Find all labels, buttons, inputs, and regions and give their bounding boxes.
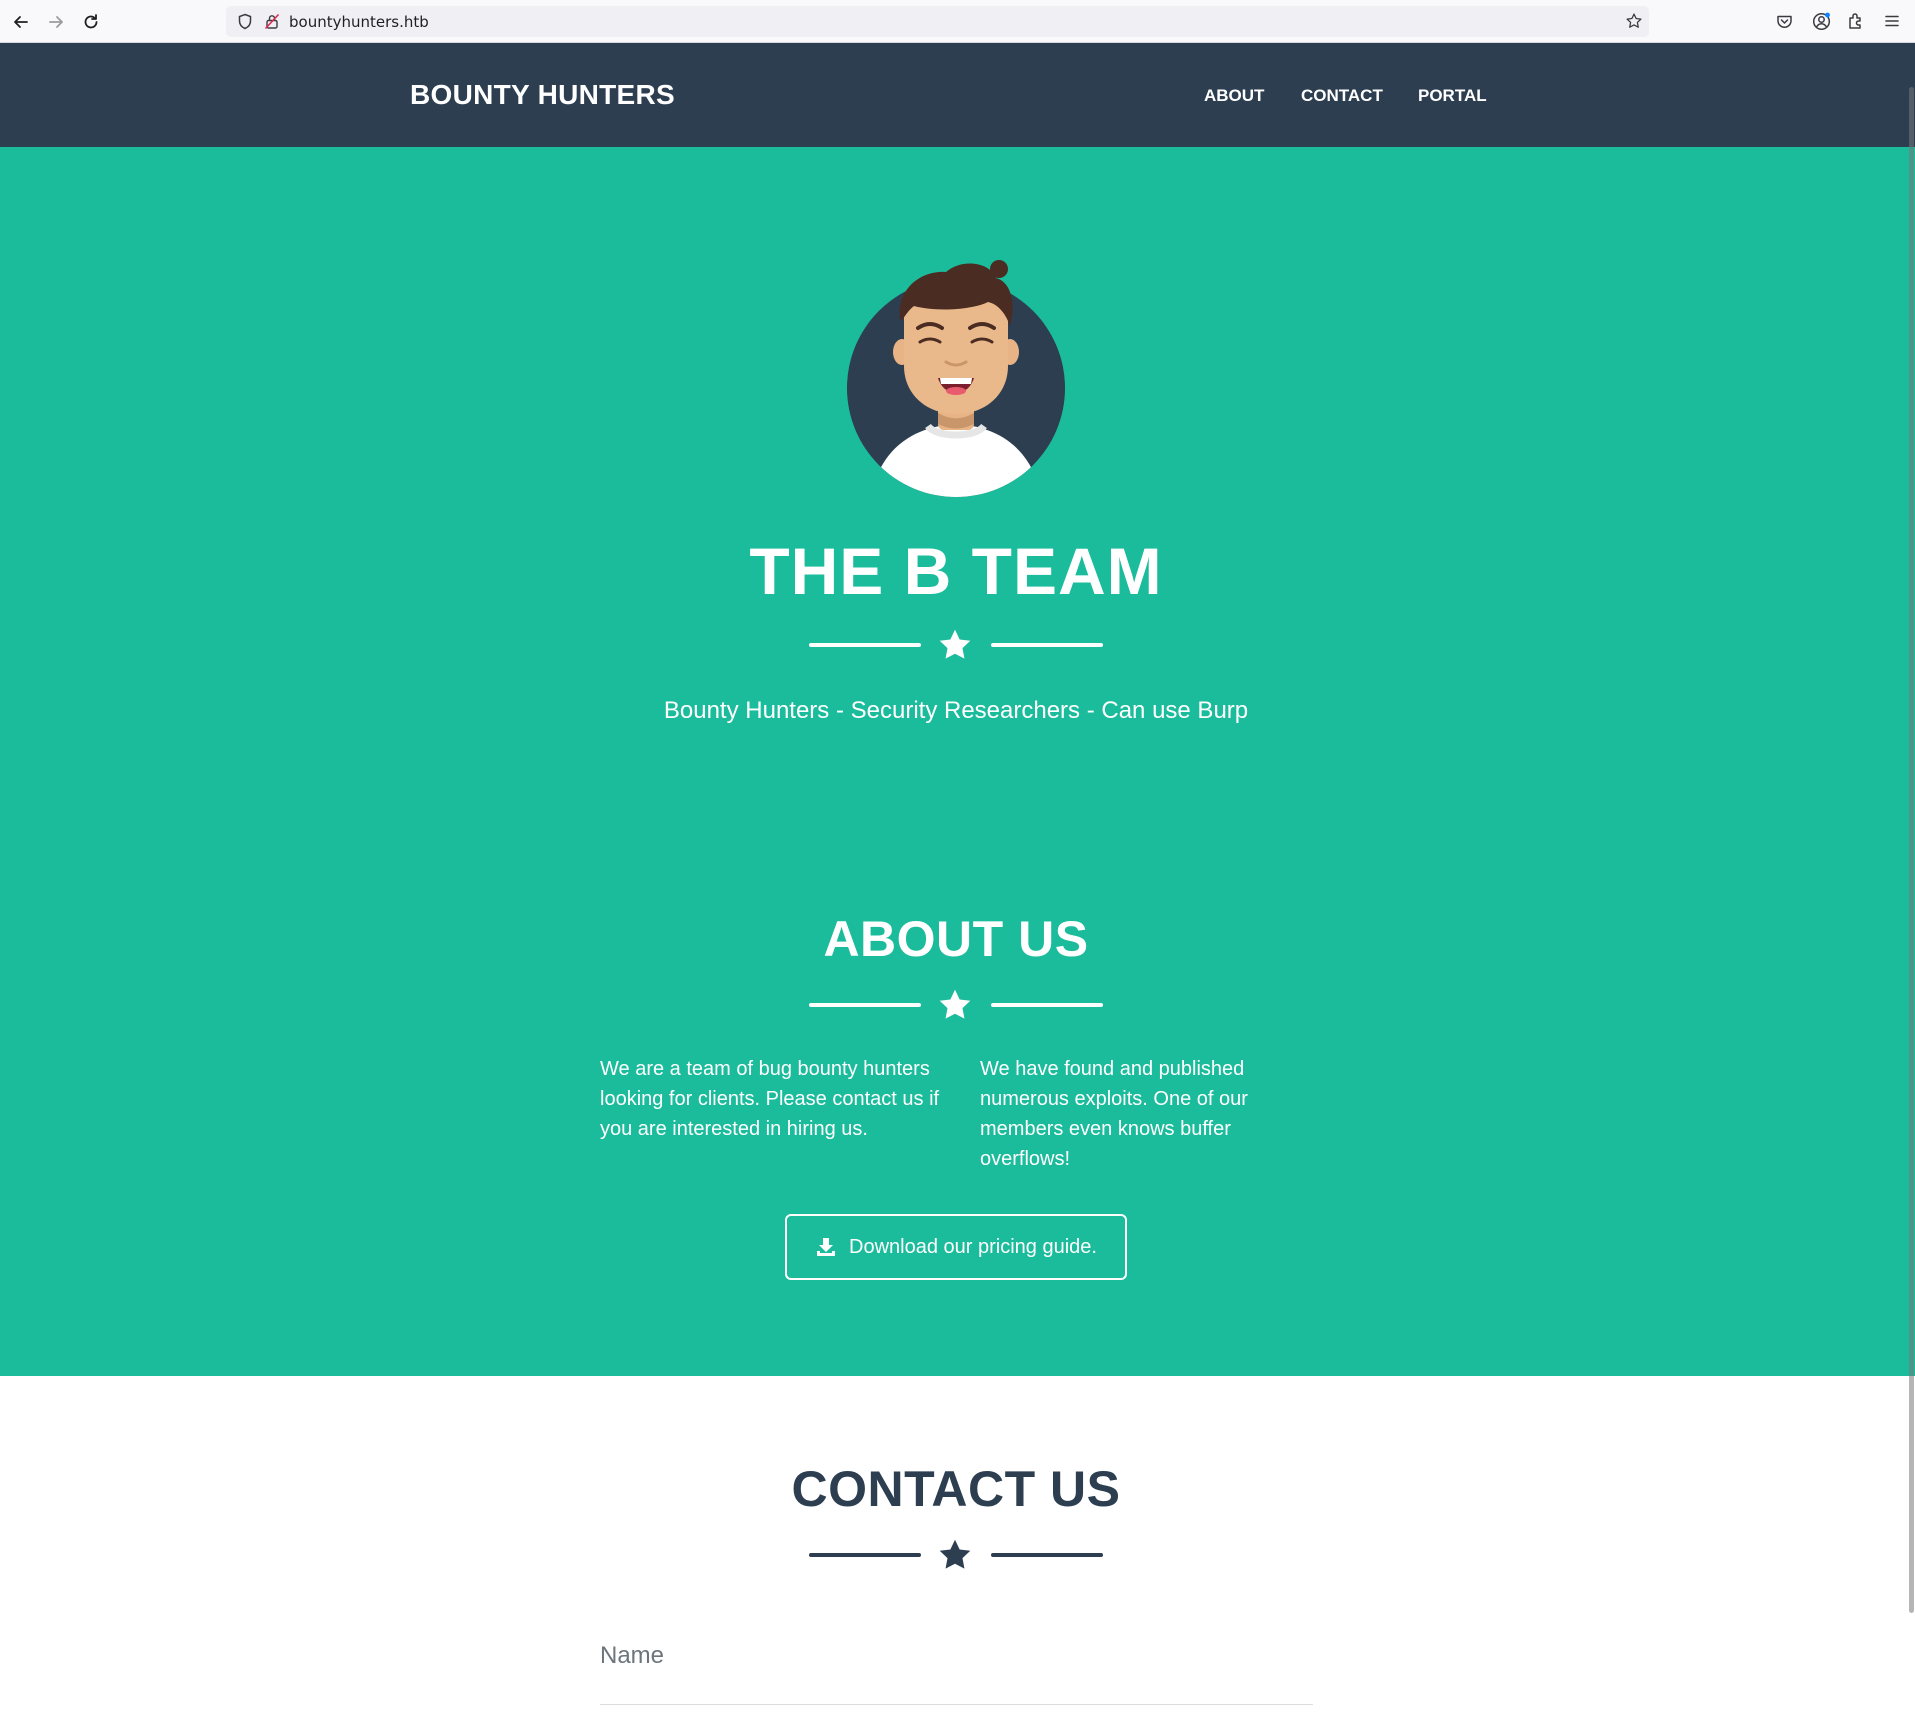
bookmark-star-icon[interactable] [1625, 12, 1643, 35]
star-icon [939, 629, 971, 659]
reload-icon[interactable] [78, 9, 104, 35]
hero-subtitle: Bounty Hunters - Security Researchers - … [663, 697, 1249, 724]
download-pricing-guide-button[interactable]: Download our pricing guide. [785, 1214, 1127, 1280]
hero-star-divider [809, 625, 1103, 665]
nav-link-portal[interactable]: PORTAL [1418, 86, 1487, 106]
nav-link-contact[interactable]: CONTACT [1301, 86, 1383, 106]
star-icon [939, 1539, 971, 1569]
star-icon [939, 989, 971, 1019]
extensions-icon[interactable] [1845, 10, 1867, 32]
url-text[interactable]: bountyhunters.htb [289, 13, 429, 31]
insecure-lock-icon[interactable] [264, 13, 280, 35]
about-paragraph-left: We are a team of bug bounty hunters look… [600, 1058, 940, 1140]
name-field-label: Name [600, 1642, 665, 1669]
brand-logo-text[interactable]: BOUNTY HUNTERS [410, 79, 675, 111]
shield-icon[interactable] [237, 13, 253, 35]
contact-star-divider [809, 1535, 1103, 1575]
scrollbar-thumb[interactable] [1909, 87, 1914, 1613]
about-paragraph-right: We have found and published numerous exp… [980, 1058, 1248, 1170]
menu-icon[interactable] [1881, 10, 1903, 32]
browser-toolbar: bountyhunters.htb [0, 0, 1915, 43]
name-field[interactable]: Name [600, 1630, 1313, 1705]
back-arrow-icon[interactable] [8, 9, 34, 35]
about-star-divider [809, 985, 1103, 1025]
forward-arrow-icon[interactable] [43, 9, 69, 35]
download-button-label: Download our pricing guide. [849, 1235, 1097, 1258]
nav-link-about[interactable]: ABOUT [1204, 86, 1264, 106]
url-bar[interactable]: bountyhunters.htb [226, 6, 1649, 37]
page-scrollbar[interactable] [1907, 43, 1915, 1726]
about-title: ABOUT US [823, 911, 1089, 967]
hero-title: THE B TEAM [749, 534, 1163, 608]
download-icon [817, 1238, 836, 1256]
contact-title: CONTACT US [791, 1461, 1121, 1517]
account-icon[interactable] [1810, 10, 1832, 32]
avatar-illustration [840, 248, 1072, 500]
pocket-icon[interactable] [1773, 10, 1795, 32]
site-navbar: BOUNTY HUNTERS ABOUT CONTACT PORTAL [0, 43, 1915, 147]
